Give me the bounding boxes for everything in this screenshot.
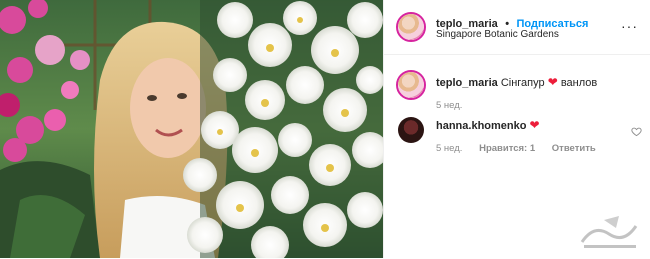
comment-likes[interactable]: Нравится: 1: [479, 143, 535, 154]
comment-text: hanna.khomenko ❤: [436, 118, 540, 132]
caption-avatar[interactable]: [396, 70, 426, 100]
watermark-logo: [574, 212, 644, 254]
comment-meta: 5 нед. Нравится: 1 Ответить: [436, 143, 610, 154]
caption-username[interactable]: teplo_maria: [436, 77, 498, 89]
author-avatar[interactable]: [396, 12, 426, 42]
caption-text: teplo_maria Сінгапур ❤ ванлов: [436, 75, 597, 89]
post-photo[interactable]: [0, 0, 383, 258]
comment-time[interactable]: 5 нед.: [436, 143, 462, 154]
caption-time[interactable]: 5 нед.: [436, 100, 462, 111]
heart-outline-icon[interactable]: [631, 124, 642, 142]
post-sidebar: teplo_maria • Подписаться Singapore Bota…: [383, 0, 650, 258]
reply-button[interactable]: Ответить: [552, 143, 596, 154]
heart-emoji: ❤: [547, 75, 558, 89]
post-photo-image: [0, 0, 383, 258]
caption-text-after: ванлов: [560, 77, 598, 89]
comment-heart-emoji: ❤: [529, 118, 540, 132]
commenter-avatar[interactable]: [398, 117, 424, 143]
more-horizontal-icon[interactable]: ···: [621, 18, 638, 34]
caption-meta: 5 нед.: [436, 100, 476, 111]
comment-username[interactable]: hanna.khomenko: [436, 120, 526, 132]
post-location[interactable]: Singapore Botanic Gardens: [436, 29, 559, 40]
post-header: teplo_maria • Подписаться Singapore Bota…: [384, 0, 650, 55]
caption-text-before: Сінгапур: [500, 77, 545, 89]
